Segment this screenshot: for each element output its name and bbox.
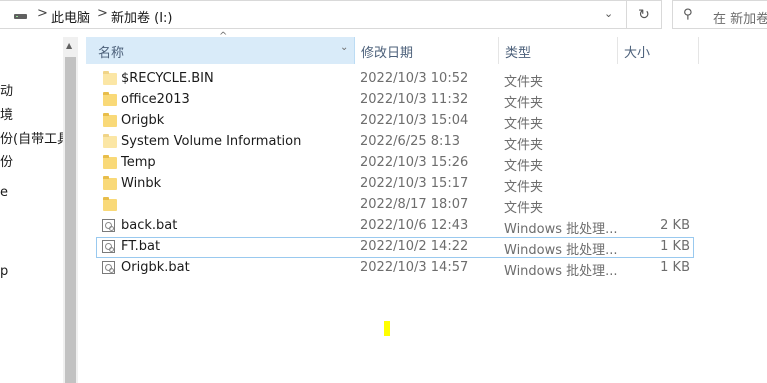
batch-file-icon [102,240,115,253]
breadcrumb-volume[interactable]: 新加卷 (I:) [111,7,173,26]
refresh-button[interactable]: ↻ [627,0,662,29]
file-size: 1 KB [660,260,690,275]
batch-file-icon [102,219,115,232]
file-date: 2022/10/3 15:26 [360,155,469,170]
breadcrumb-separator[interactable]: > [97,6,108,21]
folder-icon [103,113,117,127]
folder-icon [103,134,117,148]
nav-scrollbar[interactable]: ▲ [63,37,78,383]
file-type: 文件夹 [504,159,544,174]
refresh-icon: ↻ [638,7,650,23]
folder-icon [103,92,117,106]
nav-item[interactable]: 动 [0,80,13,99]
nav-item[interactable]: e [0,185,8,200]
chevron-down-icon[interactable]: ⌄ [340,42,348,53]
file-size: 2 KB [660,218,690,233]
nav-item[interactable]: p [0,264,8,279]
file-date: 2022/10/3 15:17 [360,176,469,191]
search-placeholder[interactable]: 在 新加卷 [713,8,767,27]
column-header-label: 类型 [505,46,532,61]
file-name: Origbk [121,113,165,128]
file-name: back.bat [121,218,178,233]
file-row[interactable]: System Volume Information 2022/6/25 8:13… [96,132,694,153]
breadcrumb-separator[interactable]: > [37,6,48,21]
column-header-name[interactable]: ^ 名称 ⌄ [86,31,355,64]
address-dropdown-icon[interactable]: ⌄ [604,7,613,20]
sort-ascending-icon: ^ [219,31,228,42]
column-header-label: 修改日期 [361,46,414,61]
file-row[interactable]: office2013 2022/10/3 11:32 文件夹 [96,90,694,111]
file-type: 文件夹 [504,117,544,132]
file-row[interactable]: FT.bat 2022/10/2 14:22 Windows 批处理... 1 … [96,237,694,258]
file-date: 2022/6/25 8:13 [360,134,460,149]
file-type: Windows 批处理... [504,222,618,237]
file-date: 2022/10/3 15:04 [360,113,469,128]
file-type: 文件夹 [504,138,544,153]
file-row[interactable]: Temp 2022/10/3 15:26 文件夹 [96,153,694,174]
file-type: 文件夹 [504,180,544,195]
cursor-highlight [384,321,390,336]
folder-icon [103,176,117,190]
scroll-up-icon[interactable]: ▲ [66,41,72,50]
batch-file-icon [102,261,115,274]
file-name: $RECYCLE.BIN [121,71,214,86]
file-type: 文件夹 [504,201,544,216]
file-type: 文件夹 [504,75,544,90]
address-bar[interactable]: > 此电脑 > 新加卷 (I:) ⌄ [0,0,627,29]
file-row[interactable]: Winbk 2022/10/3 15:17 文件夹 [96,174,694,195]
column-header-label: 名称 [98,46,125,61]
file-row[interactable]: 2022/8/17 18:07 文件夹 [96,195,694,216]
file-row[interactable]: Origbk 2022/10/3 15:04 文件夹 [96,111,694,132]
nav-item[interactable]: 境 [0,104,13,123]
nav-item[interactable]: 份(自带工具) [0,128,63,147]
folder-icon [103,197,117,211]
file-row[interactable]: back.bat 2022/10/6 12:43 Windows 批处理... … [96,216,694,237]
column-header-size[interactable]: 大小 [618,37,699,64]
scrollbar-thumb[interactable] [65,57,76,383]
file-name: office2013 [121,92,190,107]
folder-icon [103,155,117,169]
file-date: 2022/10/3 11:32 [360,92,469,107]
file-type: Windows 批处理... [504,264,618,279]
column-header-label: 大小 [624,46,651,61]
drive-icon [14,14,27,19]
folder-icon [103,71,117,85]
column-header-type[interactable]: 类型 [499,37,618,64]
file-type: Windows 批处理... [504,243,618,258]
file-row[interactable]: Origbk.bat 2022/10/3 14:57 Windows 批处理..… [96,258,694,279]
file-name: System Volume Information [121,134,302,149]
file-date: 2022/10/6 12:43 [360,218,469,233]
breadcrumb-this-pc[interactable]: 此电脑 [51,7,90,26]
search-box[interactable]: ⚲ 在 新加卷 [672,0,767,29]
file-name: Winbk [121,176,162,191]
file-date: 2022/10/3 10:52 [360,71,469,86]
file-name: FT.bat [121,239,161,254]
file-size: 1 KB [660,239,690,254]
file-name: Origbk.bat [121,260,190,275]
navigation-pane: 动 境 份(自带工具) 份 e p [0,37,63,383]
file-row[interactable]: $RECYCLE.BIN 2022/10/3 10:52 文件夹 [96,69,694,90]
file-date: 2022/8/17 18:07 [360,197,469,212]
search-icon: ⚲ [683,7,693,22]
file-type: 文件夹 [504,96,544,111]
nav-item[interactable]: 份 [0,151,13,170]
file-name: Temp [121,155,156,170]
file-date: 2022/10/2 14:22 [360,239,469,254]
file-date: 2022/10/3 14:57 [360,260,469,275]
column-header-date[interactable]: 修改日期 [355,37,499,64]
